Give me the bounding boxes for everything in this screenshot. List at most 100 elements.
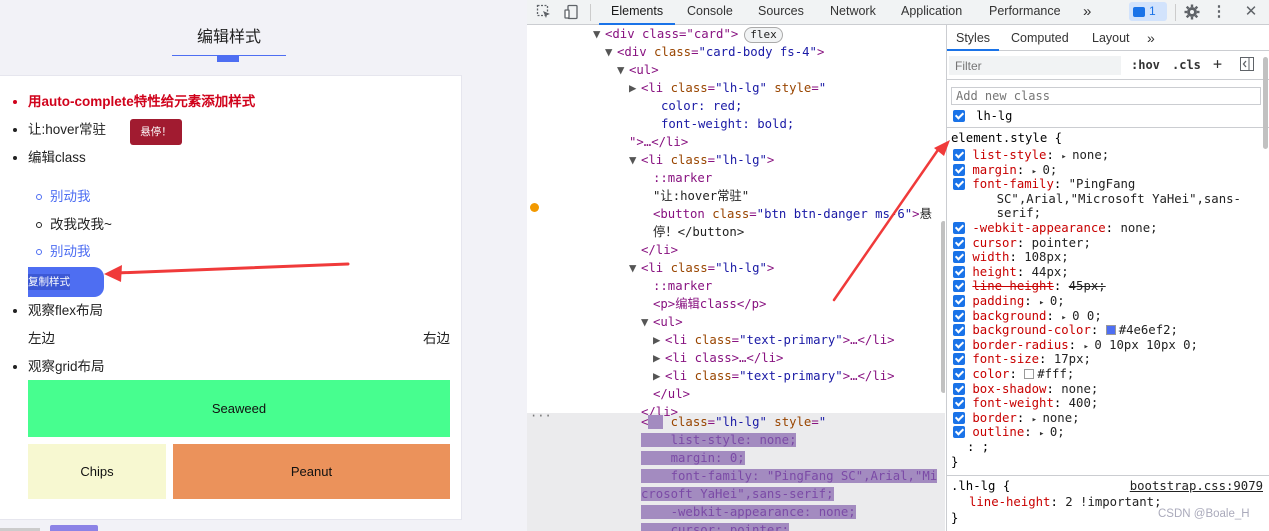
tree-row[interactable]: ▶ <li class="text-primary">…</li>: [653, 331, 895, 349]
close-icon[interactable]: ✕: [1243, 4, 1259, 20]
declaration-checkbox[interactable]: [953, 280, 965, 293]
expand-arrow-icon[interactable]: ▸: [1032, 415, 1043, 425]
declaration[interactable]: height: 44px;: [953, 265, 1069, 280]
expand-arrow-icon[interactable]: ▸: [1061, 313, 1072, 323]
declaration-checkbox[interactable]: [953, 265, 965, 278]
tree-row[interactable]: ▶ <li class>…</li>: [653, 349, 783, 367]
declaration[interactable]: padding: ▸ 0;: [953, 294, 1065, 309]
expand-arrow-icon[interactable]: ▸: [1061, 152, 1072, 162]
color-swatch[interactable]: [1105, 325, 1116, 336]
declaration[interactable]: border-radius: ▸ 0 10px 10px 0;: [953, 338, 1198, 353]
declaration-checkbox[interactable]: [953, 309, 965, 322]
tree-row[interactable]: ▼ <div class="card"> flex: [593, 25, 783, 43]
declaration-checkbox[interactable]: [953, 397, 965, 410]
tree-row[interactable]: ▼ <li class="lh-lg">: [629, 259, 774, 277]
more-sidebar-tabs[interactable]: »: [1147, 25, 1155, 51]
declaration-checkbox[interactable]: [953, 178, 965, 191]
declaration-checkbox[interactable]: [953, 222, 965, 234]
sidebar-toggle-icon[interactable]: [1240, 57, 1254, 74]
declaration[interactable]: width: 108px;: [953, 250, 1069, 265]
class-checkbox[interactable]: [953, 110, 965, 122]
declaration-checkbox[interactable]: [953, 149, 965, 161]
tree-scrollbar[interactable]: [941, 221, 945, 393]
declaration[interactable]: -webkit-appearance: none;: [953, 221, 1158, 236]
tab-sources[interactable]: Sources: [758, 0, 804, 25]
declaration[interactable]: outline: ▸ 0;: [953, 425, 1065, 440]
declaration[interactable]: background: ▸ 0 0;: [953, 309, 1102, 324]
declaration-checkbox[interactable]: [953, 295, 965, 307]
declaration[interactable]: line-height: 45px;: [953, 279, 1106, 294]
tab-console[interactable]: Console: [687, 0, 733, 25]
kebab-menu-icon[interactable]: ⋮: [1211, 4, 1227, 20]
rule-source-link[interactable]: bootstrap.css:9079: [1130, 479, 1263, 494]
tree-row[interactable]: <button class="btn btn-danger ms-6">悬: [653, 205, 932, 223]
tree-row[interactable]: "让:hover常驻": [653, 187, 749, 205]
tree-row[interactable]: ▼ <li class="lh-lg">: [629, 151, 774, 169]
declaration[interactable]: color: #fff;: [953, 367, 1074, 382]
declaration-checkbox[interactable]: [953, 411, 965, 424]
declaration[interactable]: font-family: "PingFang: [953, 177, 1135, 192]
declaration[interactable]: line-height: 2 !important;: [969, 495, 1162, 510]
tree-row[interactable]: ::marker: [653, 277, 712, 295]
declaration[interactable]: font-size: 17px;: [953, 352, 1091, 367]
declaration-checkbox[interactable]: [953, 163, 965, 176]
declaration[interactable]: background-color: #4e6ef2;: [953, 323, 1178, 338]
declaration[interactable]: SC",Arial,"Microsoft YaHei",sans-: [953, 192, 1241, 207]
tree-row[interactable]: ▼ <div class="card-body fs-4">: [605, 43, 824, 61]
declaration[interactable]: margin: ▸ 0;: [953, 163, 1057, 178]
tree-row[interactable]: <p>编辑class</p>: [653, 295, 766, 313]
add-class-input[interactable]: [951, 87, 1261, 105]
tree-row[interactable]: ::marker: [653, 169, 712, 187]
declaration-checkbox[interactable]: [953, 324, 965, 337]
tree-row[interactable]: ▼ <ul>: [617, 61, 659, 79]
tree-row[interactable]: </ul>: [653, 385, 690, 403]
tree-row[interactable]: ▶ <li class="text-primary">…</li>: [653, 367, 895, 385]
declaration-checkbox[interactable]: [953, 426, 965, 439]
tab-computed[interactable]: Computed: [1011, 25, 1069, 51]
declaration[interactable]: box-shadow: none;: [953, 382, 1098, 397]
hov-toggle[interactable]: :hov: [1131, 58, 1160, 72]
flex-badge[interactable]: flex: [744, 27, 783, 43]
expand-arrow-icon[interactable]: ▸: [1039, 298, 1050, 308]
tree-row[interactable]: </li>: [641, 241, 678, 259]
hover-button[interactable]: 悬停！: [130, 119, 182, 145]
declaration-checkbox[interactable]: [953, 338, 965, 351]
expand-arrow-icon[interactable]: ▸: [1083, 342, 1094, 352]
tree-row[interactable]: 停！</button>: [653, 223, 744, 241]
declaration[interactable]: cursor: pointer;: [953, 236, 1091, 251]
declaration-checkbox[interactable]: [953, 353, 965, 366]
color-swatch[interactable]: [1024, 369, 1035, 379]
expand-arrow-icon[interactable]: ▸: [1032, 167, 1043, 177]
declaration[interactable]: font-weight: 400;: [953, 396, 1098, 411]
copy-style-button[interactable]: 复制样式: [28, 267, 104, 297]
ellipsis-icon[interactable]: ···: [530, 409, 552, 423]
new-declaration[interactable]: : ;: [953, 440, 989, 455]
declaration-checkbox[interactable]: [953, 251, 965, 264]
tab-application[interactable]: Application: [901, 0, 962, 25]
declaration[interactable]: list-style: ▸ none;: [953, 148, 1109, 163]
new-rule-icon[interactable]: +: [1213, 55, 1222, 73]
gear-icon[interactable]: [1184, 4, 1200, 20]
issues-badge[interactable]: 1: [1129, 2, 1167, 21]
tab-elements[interactable]: Elements: [599, 0, 676, 25]
styles-scrollbar[interactable]: [1263, 57, 1268, 149]
tab-styles[interactable]: Styles: [947, 25, 1000, 51]
cls-toggle[interactable]: .cls: [1172, 58, 1201, 72]
declaration[interactable]: serif;: [953, 206, 1041, 221]
device-toolbar-icon[interactable]: [564, 4, 580, 20]
tree-row-selected[interactable]: < class="lh-lg" style=": [641, 413, 826, 431]
declaration-checkbox[interactable]: [953, 236, 965, 249]
tab-performance[interactable]: Performance: [989, 0, 1061, 25]
more-tabs-button[interactable]: »: [1083, 0, 1091, 25]
tree-row[interactable]: ▶ <li class="lh-lg" style=": [629, 79, 826, 97]
inspect-element-icon[interactable]: [536, 4, 552, 20]
declaration-checkbox[interactable]: [953, 368, 965, 380]
tab-layout[interactable]: Layout: [1092, 25, 1130, 51]
declaration[interactable]: border: ▸ none;: [953, 411, 1080, 426]
tree-row[interactable]: ">…</li>: [629, 133, 688, 151]
tab-network[interactable]: Network: [830, 0, 876, 25]
filter-input[interactable]: [949, 56, 1121, 75]
tree-row[interactable]: ▼ <ul>: [641, 313, 683, 331]
expand-arrow-icon[interactable]: ▸: [1039, 429, 1050, 439]
declaration-checkbox[interactable]: [953, 382, 965, 395]
